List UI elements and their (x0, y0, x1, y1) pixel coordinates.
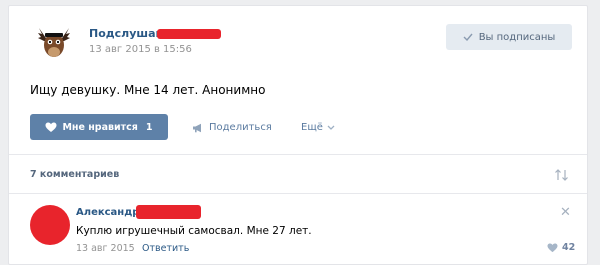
comment-text: Куплю игрушечный самосвал. Мне 27 лет. (76, 225, 312, 237)
comment-like-button[interactable]: 42 (547, 242, 575, 253)
like-button[interactable]: Мне нравится 1 (30, 114, 168, 140)
subscribed-label: Вы подписаны (478, 31, 556, 43)
post-card: Подслушано 13 авг 2015 в 15:56 Вы подпис… (8, 5, 588, 265)
post-text: Ищу девушку. Мне 14 лет. Анонимно (30, 83, 266, 97)
more-label: Ещё (301, 122, 323, 133)
like-count: 1 (145, 121, 153, 133)
more-button[interactable]: Ещё (301, 122, 335, 133)
moose-logo-icon (38, 28, 70, 57)
subscribed-button[interactable]: Вы подписаны (446, 24, 572, 50)
chevron-down-icon (327, 125, 335, 130)
comment-like-count: 42 (562, 242, 576, 253)
share-button[interactable]: Поделиться (192, 122, 272, 133)
group-avatar[interactable] (31, 18, 77, 64)
check-icon (463, 33, 473, 41)
close-icon[interactable]: ✕ (560, 205, 571, 220)
heart-icon (45, 122, 57, 132)
redaction-mark (157, 29, 221, 39)
comments-count: 7 комментариев (30, 169, 120, 180)
divider (9, 154, 587, 155)
comment-author-link[interactable]: Александр (76, 207, 139, 218)
redaction-mark (136, 205, 201, 219)
heart-icon (547, 242, 558, 252)
divider (9, 193, 587, 194)
post-date-link[interactable]: 13 авг 2015 в 15:56 (89, 44, 192, 55)
megaphone-icon (193, 123, 201, 132)
comment-avatar[interactable] (30, 205, 70, 245)
sort-icon[interactable] (554, 169, 570, 181)
reply-link[interactable]: Ответить (142, 243, 189, 254)
share-label: Поделиться (209, 122, 272, 133)
comment-date-link[interactable]: 13 авг 2015 (76, 243, 135, 254)
like-label: Мне нравится (62, 121, 138, 133)
